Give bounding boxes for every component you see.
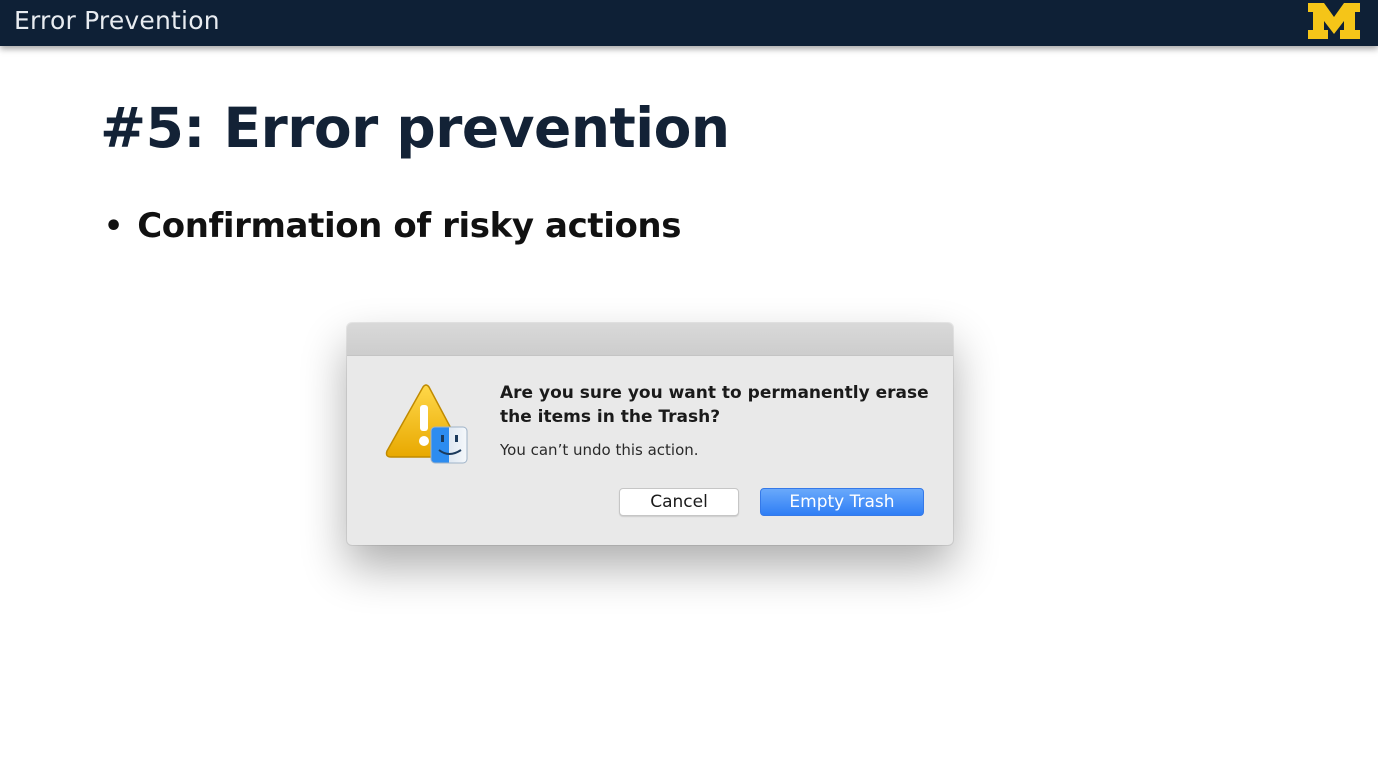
bullet-text: Confirmation of risky actions bbox=[137, 206, 682, 246]
dialog-message: You can’t undo this action. bbox=[500, 441, 699, 459]
header-title: Error Prevention bbox=[14, 6, 220, 35]
bullet-item: • Confirmation of risky actions bbox=[104, 206, 681, 246]
slide-title: #5: Error prevention bbox=[100, 96, 730, 160]
bullet-dot-icon: • bbox=[104, 208, 124, 244]
dialog-titlebar bbox=[347, 323, 953, 356]
empty-trash-button[interactable]: Empty Trash bbox=[760, 488, 924, 516]
cancel-button[interactable]: Cancel bbox=[619, 488, 739, 516]
slide-header-bar: Error Prevention bbox=[0, 0, 1378, 46]
confirmation-dialog: Are you sure you want to permanently era… bbox=[347, 323, 953, 545]
warning-finder-icon bbox=[385, 384, 468, 464]
michigan-block-m-logo bbox=[1308, 3, 1360, 39]
dialog-heading: Are you sure you want to permanently era… bbox=[500, 383, 929, 427]
